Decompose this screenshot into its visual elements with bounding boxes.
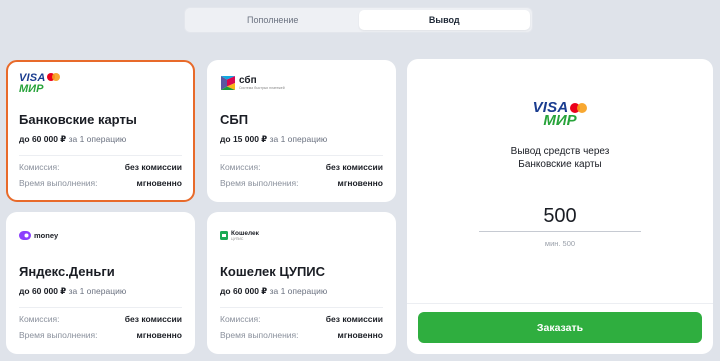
panel-title-line2: Банковские карты — [518, 159, 602, 170]
method-limit: до 60 000 ₽ за 1 операцию — [220, 286, 383, 297]
limit-amount: до 60 000 ₽ — [19, 134, 67, 144]
panel-title-line1: Вывод средств через — [510, 146, 610, 157]
tab-deposit[interactable]: Пополнение — [187, 10, 359, 30]
method-limit: до 60 000 ₽ за 1 операцию — [19, 134, 182, 145]
fee-row: Комиссия: без комиссии — [220, 162, 383, 172]
limit-suffix: за 1 операцию — [269, 286, 328, 296]
visa-mir-logo-icon: VISA МИР — [407, 100, 713, 129]
method-card-cupis-wallet[interactable]: Кошелек ЦУПИС Кошелек ЦУПИС до 60 000 ₽ … — [207, 212, 396, 354]
amount-input[interactable] — [479, 202, 641, 232]
yoomoney-mark-icon — [19, 230, 31, 240]
method-limit: до 60 000 ₽ за 1 операцию — [19, 286, 182, 297]
time-label: Время выполнения: — [19, 178, 98, 188]
method-name: СБП — [220, 112, 249, 127]
sbp-logo-subtext: Система быстрых платежей — [239, 86, 285, 90]
limit-amount: до 60 000 ₽ — [19, 286, 67, 296]
cupis-logo-text: Кошелек — [231, 229, 259, 237]
fee-value: без комиссии — [124, 162, 182, 172]
fee-row: Комиссия: без комиссии — [19, 314, 182, 324]
cupis-logo-subtext: ЦУПИС — [231, 236, 244, 241]
time-label: Время выполнения: — [19, 330, 98, 340]
divider — [220, 155, 383, 156]
limit-suffix: за 1 операцию — [269, 134, 328, 144]
divider — [220, 307, 383, 308]
yoomoney-logo-icon: money — [19, 224, 182, 246]
order-button[interactable]: Заказать — [418, 312, 702, 343]
method-card-yandex-money[interactable]: money Яндекс.Деньги до 60 000 ₽ за 1 опе… — [6, 212, 195, 354]
method-name: Кошелек ЦУПИС — [220, 264, 326, 279]
operation-tabs: Пополнение Вывод — [184, 7, 533, 33]
time-row: Время выполнения: мгновенно — [19, 178, 182, 188]
yoomoney-logo-text: money — [34, 230, 59, 240]
sbp-logo-text: сбп — [239, 75, 257, 86]
tab-withdraw[interactable]: Вывод — [358, 10, 530, 30]
time-value: мгновенно — [337, 330, 383, 340]
min-amount-hint: мин. 500 — [544, 239, 576, 248]
sbp-logo-icon: сбп Система быстрых платежей — [220, 72, 383, 94]
fee-value: без комиссии — [124, 314, 182, 324]
panel-title: Вывод средств через Банковские карты — [407, 145, 713, 171]
cupis-logo-icon: Кошелек ЦУПИС — [220, 224, 383, 246]
fee-row: Комиссия: без комиссии — [19, 162, 182, 172]
mir-logo-text: МИР — [19, 83, 44, 95]
fee-label: Комиссия: — [19, 162, 60, 172]
limit-suffix: за 1 операцию — [68, 134, 127, 144]
fee-value: без комиссии — [325, 314, 383, 324]
fee-row: Комиссия: без комиссии — [220, 314, 383, 324]
cupis-mark-icon — [220, 230, 228, 240]
fee-label: Комиссия: — [19, 314, 60, 324]
divider — [19, 155, 182, 156]
time-label: Время выполнения: — [220, 178, 299, 188]
divider — [407, 303, 713, 304]
sbp-mark-icon — [221, 76, 235, 90]
fee-label: Комиссия: — [220, 314, 261, 324]
mir-logo-text: МИР — [543, 112, 577, 129]
fee-label: Комиссия: — [220, 162, 261, 172]
limit-amount: до 60 000 ₽ — [220, 286, 268, 296]
method-card-bank-cards[interactable]: VISA МИР Банковские карты до 60 000 ₽ за… — [6, 60, 195, 202]
time-value: мгновенно — [136, 178, 182, 188]
withdraw-panel: VISA МИР Вывод средств через Банковские … — [407, 59, 713, 354]
mastercard-icon — [47, 72, 61, 81]
limit-amount: до 15 000 ₽ — [220, 134, 268, 144]
method-name: Банковские карты — [19, 112, 137, 127]
time-row: Время выполнения: мгновенно — [220, 178, 383, 188]
visa-mir-logo-icon: VISA МИР — [19, 72, 182, 95]
limit-suffix: за 1 операцию — [68, 286, 127, 296]
time-label: Время выполнения: — [220, 330, 299, 340]
time-row: Время выполнения: мгновенно — [19, 330, 182, 340]
method-card-sbp[interactable]: сбп Система быстрых платежей СБП до 15 0… — [207, 60, 396, 202]
method-name: Яндекс.Деньги — [19, 264, 115, 279]
time-row: Время выполнения: мгновенно — [220, 330, 383, 340]
time-value: мгновенно — [337, 178, 383, 188]
method-limit: до 15 000 ₽ за 1 операцию — [220, 134, 383, 145]
fee-value: без комиссии — [325, 162, 383, 172]
time-value: мгновенно — [136, 330, 182, 340]
divider — [19, 307, 182, 308]
